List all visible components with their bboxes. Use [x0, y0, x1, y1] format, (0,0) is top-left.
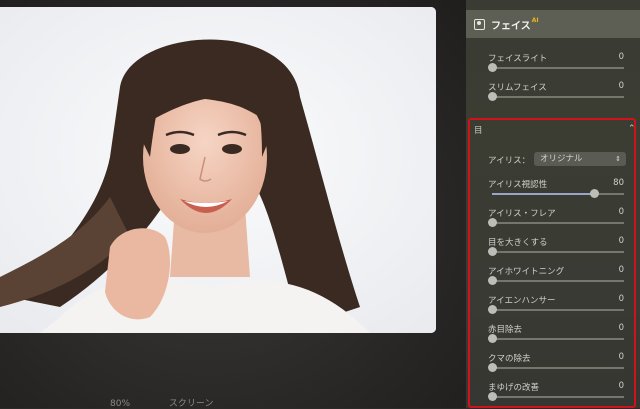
slider-value: 0 — [618, 81, 624, 91]
slider-knob[interactable] — [488, 276, 497, 285]
slider-label: フェイスライト — [488, 54, 548, 64]
slider-track[interactable] — [492, 309, 624, 311]
slider-track[interactable] — [492, 396, 624, 398]
slider-track[interactable] — [492, 280, 624, 282]
portrait-icon — [474, 18, 485, 30]
slider-value: 0 — [618, 52, 624, 62]
slider-value: 0 — [618, 352, 624, 362]
slider-value: 0 — [618, 207, 624, 217]
slider-knob[interactable] — [488, 363, 497, 372]
slider-track[interactable] — [492, 222, 624, 224]
slider-label: アイエンハンサー — [488, 296, 556, 306]
slider-label: まゆげの改善 — [488, 383, 540, 393]
slider-fill — [492, 193, 595, 195]
iris-label: アイリス： — [488, 156, 531, 166]
slider-label: アイリス・フレア — [488, 209, 556, 219]
slider-label: アイリス視認性 — [488, 180, 548, 190]
slider-knob[interactable] — [488, 218, 497, 227]
ai-badge: AI — [531, 17, 539, 24]
collapse-chevron-icon[interactable]: ⌃ — [628, 124, 636, 134]
slider-knob[interactable] — [488, 334, 497, 343]
face-panel-header[interactable]: フェイス AI — [466, 10, 640, 38]
eyes-section-title[interactable]: 目 — [474, 124, 483, 136]
slider-value: 80 — [613, 178, 624, 188]
slider-label: 目を大きくする — [488, 238, 548, 248]
slider-value: 0 — [618, 294, 624, 304]
slider-track[interactable] — [492, 338, 624, 340]
iris-selected-value: オリジナル — [540, 154, 583, 164]
slider-value: 0 — [618, 323, 624, 333]
view-status-bar: 80% スクリーン — [110, 396, 249, 409]
slider-knob[interactable] — [488, 92, 497, 101]
slider-knob[interactable] — [488, 247, 497, 256]
portrait-photo — [0, 7, 436, 333]
slider-value: 0 — [618, 236, 624, 246]
slider-track[interactable] — [492, 251, 624, 253]
slider-knob[interactable] — [488, 305, 497, 314]
slider-track[interactable] — [492, 367, 624, 369]
slider-knob[interactable] — [590, 189, 600, 198]
slider-value: 0 — [618, 265, 624, 275]
slider-knob[interactable] — [488, 392, 497, 401]
adjustment-panel: フェイス AI フェイスライト 0 スリムフェイス 0 目 ⌃ アイリス： オリ… — [466, 0, 640, 408]
photo-canvas[interactable]: 80% スクリーン — [0, 0, 466, 409]
updown-arrows-icon: ⇕ — [615, 155, 621, 163]
slider-label: アイホワイトニング — [488, 267, 565, 277]
slider-label: クマの除去 — [488, 354, 531, 364]
slider-value: 0 — [618, 381, 624, 391]
iris-dropdown[interactable]: オリジナル ⇕ — [534, 152, 626, 166]
slider-label: スリムフェイス — [488, 83, 547, 93]
panel-title: フェイス — [491, 20, 531, 32]
slider-track[interactable] — [492, 96, 624, 98]
slider-knob[interactable] — [488, 63, 497, 72]
slider-track[interactable] — [492, 67, 624, 69]
